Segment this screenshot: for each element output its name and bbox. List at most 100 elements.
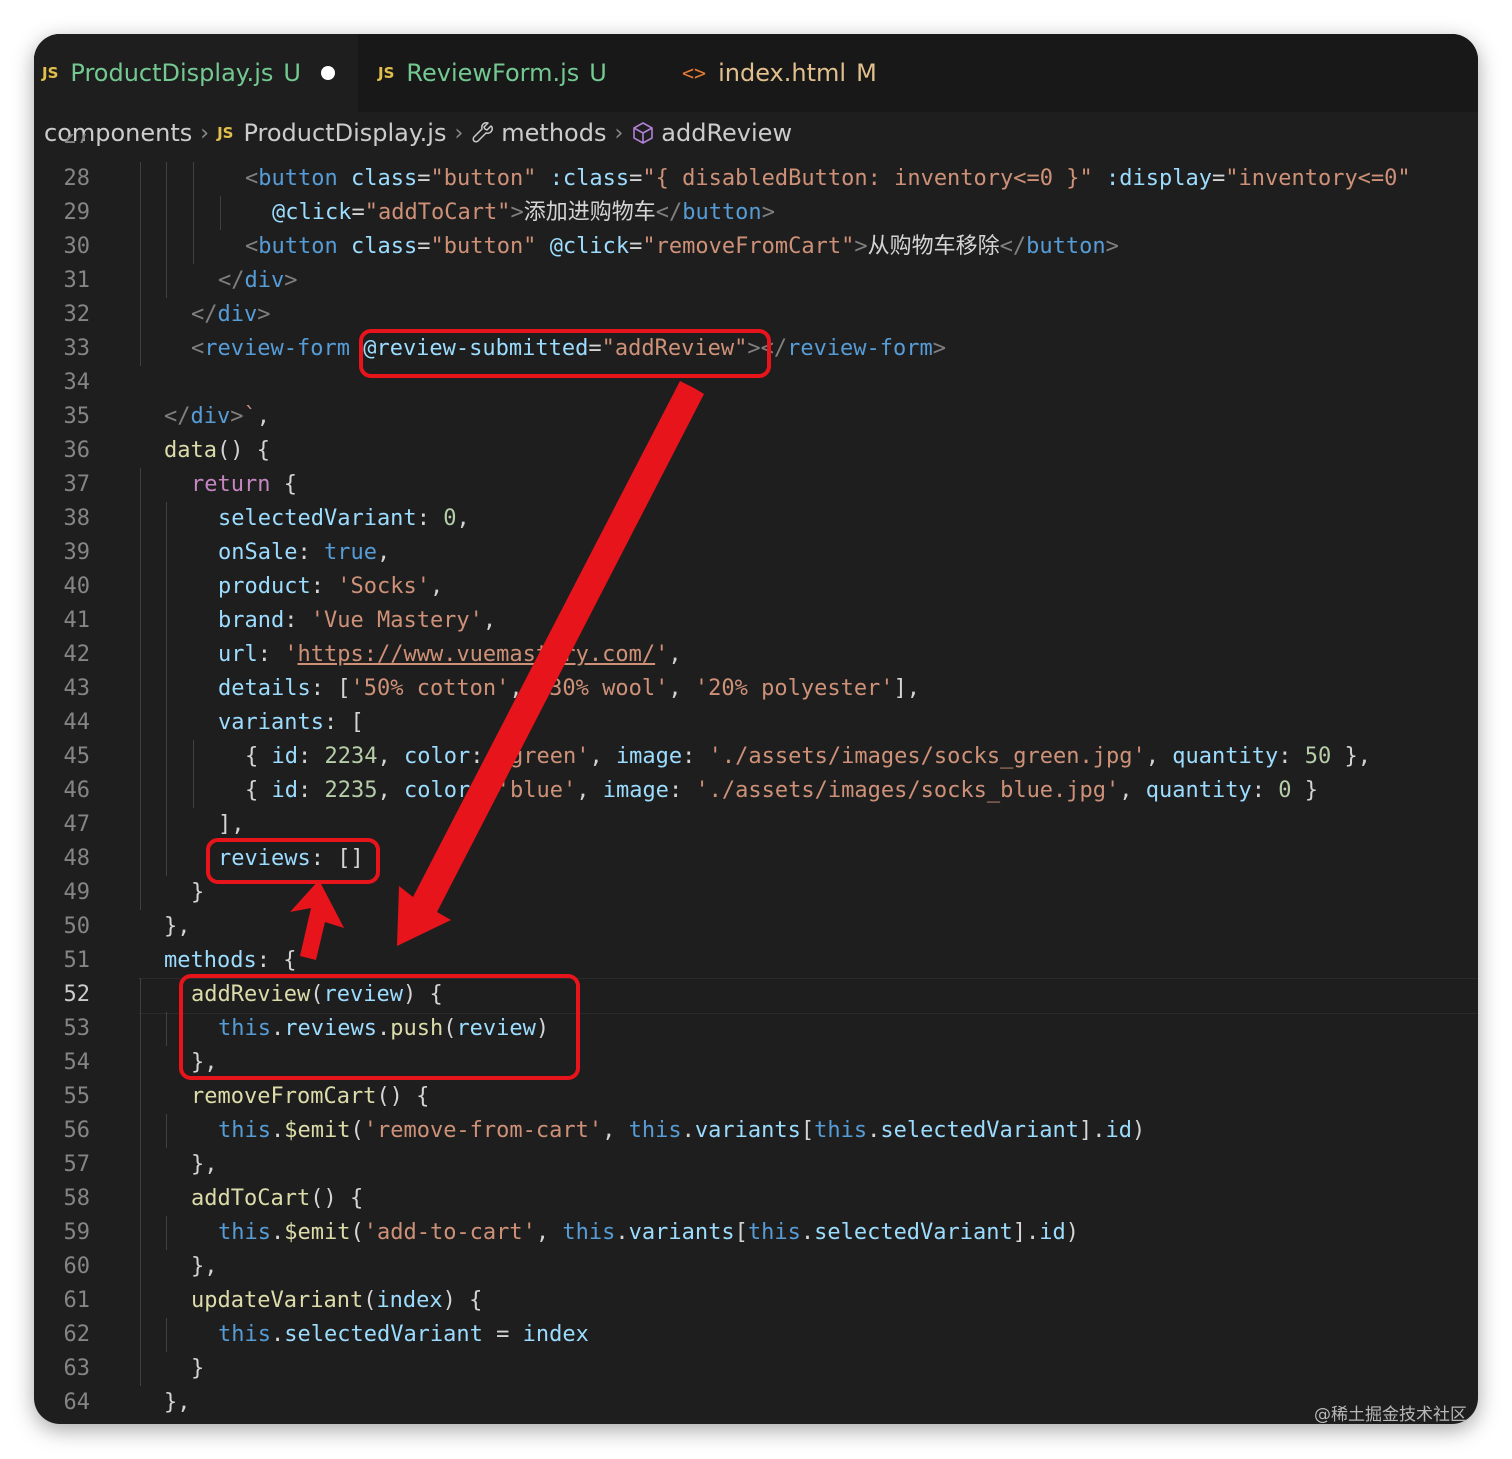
code-line: 51 methods: { (34, 944, 1478, 978)
code-token: , (377, 744, 404, 769)
line-number: 61 (63, 1288, 91, 1313)
code-token: @click (272, 200, 352, 225)
code-token: div (244, 268, 285, 293)
indent-guide (166, 196, 167, 230)
code-text: this.reviews.push(review) (218, 1012, 549, 1046)
code-text: data() { (164, 434, 270, 468)
indent-guide (140, 1114, 141, 1148)
tab-bar: JS ProductDisplay.js U JS ReviewForm.js … (34, 34, 1478, 112)
code-token: , (456, 506, 470, 531)
tab-label: ProductDisplay.js (70, 59, 274, 87)
tab-reviewform[interactable]: JS ReviewForm.js U (378, 34, 656, 112)
code-token: : (416, 506, 444, 531)
code-text: removeFromCart() { (191, 1080, 429, 1114)
code-token: "{ disabledButton: inventory<=0 }" (642, 166, 1093, 191)
code-token: 'Socks' (337, 574, 430, 599)
code-token: : (298, 778, 325, 803)
indent-guide (140, 332, 141, 366)
code-token: , (509, 676, 536, 701)
code-token: true (323, 540, 377, 565)
indent-guide (140, 740, 141, 774)
code-token: = (417, 166, 431, 191)
code-token: . (867, 1118, 881, 1143)
code-token: > (284, 268, 298, 293)
indent-guide (166, 638, 167, 672)
code-line: 57}, (34, 1148, 1478, 1182)
line-number: 54 (63, 1050, 91, 1075)
code-token: : (284, 608, 311, 633)
line-number: 43 (63, 676, 91, 701)
code-token: 0 (1278, 778, 1292, 803)
code-token: this (218, 1322, 271, 1347)
code-token: ' (284, 642, 298, 667)
code-token: . (681, 1118, 695, 1143)
code-token: , (377, 778, 404, 803)
code-token: "button" (430, 234, 537, 259)
code-token: , (589, 744, 616, 769)
code-token: class (350, 166, 418, 191)
code-text: <button class="button" @click="removeFro… (245, 230, 1119, 264)
code-text: product: 'Socks', (218, 570, 443, 604)
tab-productdisplay[interactable]: JS ProductDisplay.js U (34, 34, 358, 112)
code-text: onSale: true, (218, 536, 390, 570)
code-token: button (258, 166, 338, 191)
indent-guide (193, 230, 194, 264)
code-token: , (482, 608, 497, 633)
indent-guide (193, 774, 194, 808)
tab-index-html[interactable]: <> index.html M (682, 34, 914, 112)
code-token: . (270, 1220, 285, 1245)
code-token: > (747, 336, 761, 361)
code-token: this (628, 1118, 682, 1143)
code-token: variants (694, 1118, 801, 1143)
code-line: 30 <button class="button" @click="removeF… (34, 230, 1478, 264)
code-token: : [ (323, 710, 364, 735)
code-text: }, (191, 1148, 218, 1182)
code-token: selectedVariant (814, 1220, 1013, 1245)
code-token: index (522, 1322, 589, 1347)
line-number: 58 (63, 1186, 91, 1211)
code-token: > (257, 302, 271, 327)
code-text: addReview(review) { (191, 978, 443, 1012)
code-token: class (350, 234, 418, 259)
code-token: . (270, 1118, 285, 1143)
indent-guide (140, 672, 141, 706)
unsaved-dot-icon[interactable] (320, 66, 335, 80)
code-token: : [] (310, 846, 364, 871)
line-number: 46 (63, 778, 91, 803)
line-number: 60 (63, 1254, 91, 1279)
code-editor[interactable]: 27 28 <button class="button" :class="{ di… (34, 134, 1478, 1424)
code-token: , (668, 676, 695, 701)
code-token: }, (191, 1152, 218, 1177)
code-token: "removeFromCart" (642, 234, 855, 259)
code-line: 52 addReview(review) { (34, 978, 1478, 1014)
code-token: 0 (443, 506, 457, 531)
code-token: reviews (218, 846, 311, 871)
code-token: : (298, 744, 325, 769)
code-text: brand: 'Vue Mastery', (218, 604, 496, 638)
code-line: 41 brand: 'Vue Mastery', (34, 604, 1478, 638)
indent-guide (140, 706, 141, 740)
line-number: 45 (63, 744, 91, 769)
js-file-icon: JS (378, 64, 395, 82)
code-token: push (390, 1016, 444, 1041)
code-token: this (218, 1118, 271, 1143)
code-token: :display (1106, 166, 1212, 191)
html-file-icon: <> (682, 61, 707, 85)
code-token: </ (191, 302, 218, 327)
indent-guide (140, 536, 141, 570)
code-token: ], (893, 676, 921, 701)
code-token: . (270, 1016, 285, 1041)
code-line: 46 { id: 2235, color: 'blue', image: './a… (34, 774, 1478, 808)
code-token: , (1145, 744, 1173, 769)
code-token: . (270, 1322, 285, 1347)
code-token: ]. (1012, 1220, 1040, 1245)
code-token: 50 (1304, 744, 1332, 769)
indent-guide (166, 740, 167, 774)
code-token: review-form (787, 336, 933, 361)
line-number: 52 (63, 982, 91, 1007)
indent-guide (220, 196, 221, 230)
code-token: : { (256, 948, 297, 973)
code-token: () { (376, 1084, 430, 1109)
